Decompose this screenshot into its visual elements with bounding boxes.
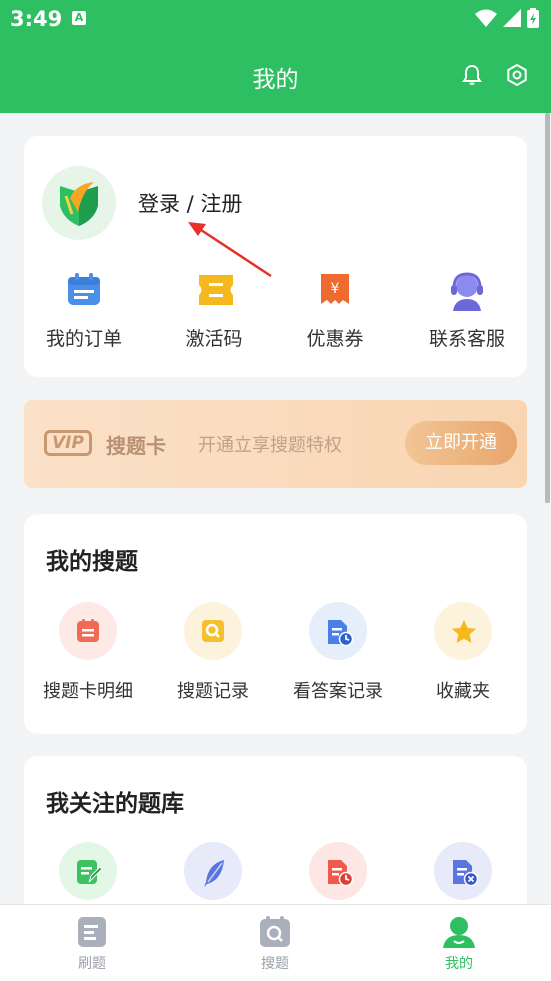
quick-action-customer-service[interactable]: 联系客服	[407, 272, 527, 351]
edit-note-icon	[59, 842, 117, 900]
avatar[interactable]	[42, 166, 116, 240]
gear-icon[interactable]	[505, 63, 529, 87]
grid-item-label: 看答案记录	[293, 681, 383, 702]
followed-bank-item[interactable]	[275, 842, 401, 900]
list-icon	[59, 602, 117, 660]
coupon-icon: ¥	[317, 272, 353, 308]
bottom-nav: 刷题 搜题 我的	[0, 904, 551, 981]
quick-action-coupons[interactable]: ¥ 优惠券	[275, 272, 395, 351]
app-bar: 我的	[0, 38, 551, 113]
my-search-card: 我的搜题 搜题卡明细 搜题记录 看答案记录 收藏夹	[24, 514, 527, 734]
profile-icon	[442, 915, 476, 949]
feather-icon	[184, 842, 242, 900]
search-card-details[interactable]: 搜题卡明细	[25, 602, 151, 703]
grid-item-label: 搜题记录	[177, 681, 249, 702]
practice-icon	[75, 915, 109, 949]
search-tab-icon	[258, 915, 292, 949]
open-vip-button[interactable]: 立即开通	[405, 421, 517, 465]
bell-icon[interactable]	[460, 63, 484, 87]
system-icons	[475, 8, 539, 28]
tab-profile[interactable]: 我的	[399, 915, 519, 973]
vip-badge: VIP	[44, 430, 92, 456]
star-icon	[434, 602, 492, 660]
followed-bank-item[interactable]	[150, 842, 276, 900]
signal-icon	[503, 9, 521, 27]
svg-text:¥: ¥	[331, 281, 340, 297]
headset-icon	[449, 272, 485, 311]
quick-action-label: 优惠券	[306, 328, 364, 350]
search-history[interactable]: 搜题记录	[150, 602, 276, 703]
vip-title: 搜题卡	[106, 434, 166, 458]
tab-label: 我的	[445, 956, 473, 972]
favorites[interactable]: 收藏夹	[400, 602, 526, 703]
followed-bank-item[interactable]	[400, 842, 526, 900]
login-register-link[interactable]: 登录 / 注册	[138, 188, 242, 218]
tab-search[interactable]: 搜题	[215, 915, 335, 973]
answer-history[interactable]: 看答案记录	[275, 602, 401, 703]
wifi-icon	[475, 9, 497, 27]
quick-action-activation-code[interactable]: 激活码	[154, 272, 274, 351]
calendar-icon	[66, 272, 102, 308]
quick-action-label: 联系客服	[428, 328, 505, 350]
app-logo-icon	[60, 182, 98, 226]
ticket-icon	[196, 272, 233, 308]
status-bar: 3:49 A	[0, 0, 551, 38]
grid-item-label: 搜题卡明细	[43, 681, 133, 702]
profile-card: 登录 / 注册 我的订单 激活码 ¥ 优惠券 联系客服	[24, 136, 527, 377]
quick-action-orders[interactable]: 我的订单	[24, 272, 144, 351]
grid-item-label: 收藏夹	[436, 681, 490, 702]
tab-label: 刷题	[78, 956, 106, 972]
doc-x-icon	[434, 842, 492, 900]
vip-banner[interactable]: VIP 搜题卡 开通立享搜题特权 立即开通	[24, 400, 527, 488]
doc-clock-icon	[309, 842, 367, 900]
followed-bank-item[interactable]	[25, 842, 151, 900]
status-time: 3:49	[10, 7, 63, 31]
section-title: 我的搜题	[46, 549, 138, 575]
notification-badge-icon: A	[72, 11, 86, 25]
tab-label: 搜题	[261, 956, 289, 972]
quick-action-label: 我的订单	[45, 328, 122, 350]
tab-practice[interactable]: 刷题	[32, 915, 152, 973]
document-clock-icon	[309, 602, 367, 660]
vip-subtitle: 开通立享搜题特权	[198, 435, 342, 456]
scrollbar[interactable]	[545, 113, 550, 503]
battery-icon	[527, 8, 539, 28]
quick-action-label: 激活码	[185, 328, 243, 350]
search-record-icon	[184, 602, 242, 660]
section-title: 我关注的题库	[46, 791, 184, 817]
